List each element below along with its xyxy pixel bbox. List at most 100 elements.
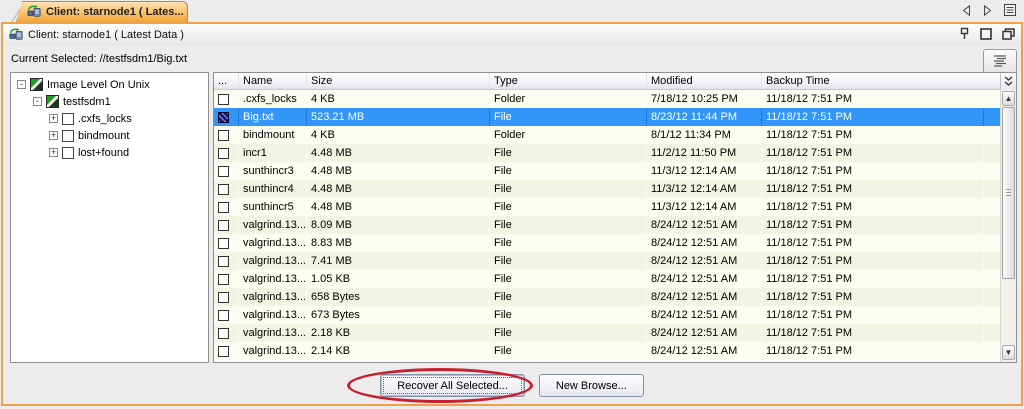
- expander-icon[interactable]: +: [49, 148, 58, 157]
- scrollbar-grip: [1006, 189, 1011, 197]
- cell-name: valgrind.13...: [239, 270, 307, 288]
- table-row[interactable]: valgrind.13... 7.41 MB File 8/24/12 12:5…: [214, 252, 1000, 270]
- cell-name: sunthincr3: [239, 162, 307, 180]
- table-row[interactable]: valgrind.13... 8.83 MB File 8/24/12 12:5…: [214, 234, 1000, 252]
- cell-name: valgrind.13...: [239, 234, 307, 252]
- column-header-backup-time[interactable]: Backup Time: [762, 73, 984, 89]
- table-row-selected[interactable]: Big.txt 523.21 MB File 8/23/12 11:44 PM …: [214, 108, 1000, 126]
- row-checkbox[interactable]: [218, 346, 229, 357]
- row-checkbox[interactable]: [218, 184, 229, 195]
- cell-modified: 11/2/12 11:50 PM: [647, 144, 762, 162]
- double-chevron-down-icon: [1004, 76, 1013, 87]
- cell-backup-time: 11/18/12 7:51 PM: [762, 216, 984, 234]
- table-row[interactable]: sunthincr4 4.48 MB File 11/3/12 12:14 AM…: [214, 180, 1000, 198]
- cell-name: valgrind.13...: [239, 324, 307, 342]
- scroll-tabs-left-icon[interactable]: [962, 5, 971, 16]
- maximize-icon[interactable]: [980, 28, 992, 40]
- vertical-scrollbar[interactable]: ▲ ▼: [1000, 90, 1016, 362]
- cell-modified: 8/24/12 12:51 AM: [647, 342, 762, 360]
- tab-list-icon[interactable]: [1004, 4, 1016, 16]
- checkbox-unchecked-icon[interactable]: [62, 130, 74, 142]
- new-browse-button[interactable]: New Browse...: [539, 374, 644, 397]
- tree-item-label[interactable]: testfsdm1: [63, 96, 111, 108]
- cell-modified: 8/1/12 11:34 PM: [647, 126, 762, 144]
- cell-backup-time: 11/18/12 7:51 PM: [762, 126, 984, 144]
- pin-icon[interactable]: [959, 27, 970, 40]
- table-row[interactable]: .cxfs_locks 4 KB Folder 7/18/12 10:25 PM…: [214, 90, 1000, 108]
- tree-item-bindmount[interactable]: + bindmount: [11, 127, 208, 144]
- cell-backup-time: 11/18/12 7:51 PM: [762, 288, 984, 306]
- table-row[interactable]: valgrind.13... 658 Bytes File 8/24/12 12…: [214, 288, 1000, 306]
- row-checkbox[interactable]: [218, 256, 229, 267]
- cell-size: 2.18 KB: [307, 324, 490, 342]
- row-checkbox[interactable]: [218, 310, 229, 321]
- scroll-tabs-right-icon[interactable]: [983, 5, 992, 16]
- column-header-size[interactable]: Size: [307, 73, 490, 89]
- table-row[interactable]: valgrind.13... 2.18 KB File 8/24/12 12:5…: [214, 324, 1000, 342]
- tab-close-icon[interactable]: ×: [191, 7, 198, 17]
- row-checkbox[interactable]: [218, 148, 229, 159]
- table-row[interactable]: valgrind.13... 8.09 MB File 8/24/12 12:5…: [214, 216, 1000, 234]
- column-header-name[interactable]: Name: [239, 73, 307, 89]
- cell-backup-time: 11/18/12 7:51 PM: [762, 306, 984, 324]
- row-checkbox[interactable]: [218, 220, 229, 231]
- table-row[interactable]: incr1 4.48 MB File 11/2/12 11:50 PM 11/1…: [214, 144, 1000, 162]
- recover-all-selected-button[interactable]: Recover All Selected...: [380, 374, 525, 397]
- tree-item-image-level-on-unix[interactable]: - Image Level On Unix: [11, 76, 208, 93]
- expander-icon[interactable]: -: [17, 80, 26, 89]
- scroll-up-icon[interactable]: ▲: [1002, 91, 1015, 106]
- cell-size: 8.09 MB: [307, 216, 490, 234]
- scrollbar-thumb[interactable]: [1002, 107, 1015, 279]
- checkbox-unchecked-icon[interactable]: [62, 147, 74, 159]
- row-checkbox[interactable]: [218, 202, 229, 213]
- view-options-button[interactable]: [983, 49, 1017, 74]
- row-checkbox-checked[interactable]: [218, 112, 229, 123]
- cell-modified: 11/3/12 12:14 AM: [647, 162, 762, 180]
- tree-item-label[interactable]: Image Level On Unix: [47, 79, 150, 91]
- backup-tree-panel: - Image Level On Unix - testfsdm1 +: [10, 72, 209, 363]
- row-checkbox[interactable]: [218, 328, 229, 339]
- cell-modified: 11/3/12 12:14 AM: [647, 198, 762, 216]
- table-row[interactable]: valgrind.13... 2.14 KB File 8/24/12 12:5…: [214, 342, 1000, 360]
- row-checkbox[interactable]: [218, 130, 229, 141]
- cell-backup-time: 11/18/12 7:51 PM: [762, 180, 984, 198]
- tree-item-testfsdm1[interactable]: - testfsdm1: [11, 93, 208, 110]
- tree-item-cxfs-locks[interactable]: + .cxfs_locks: [11, 110, 208, 127]
- table-row[interactable]: sunthincr3 4.48 MB File 11/3/12 12:14 AM…: [214, 162, 1000, 180]
- cell-backup-time: 11/18/12 7:51 PM: [762, 234, 984, 252]
- table-body: .cxfs_locks 4 KB Folder 7/18/12 10:25 PM…: [214, 90, 1000, 362]
- partial-selected-icon[interactable]: [30, 78, 43, 91]
- tree-item-label[interactable]: bindmount: [78, 130, 129, 142]
- cell-size: 4 KB: [307, 126, 490, 144]
- cell-modified: 8/24/12 12:51 AM: [647, 270, 762, 288]
- column-header-modified[interactable]: Modified: [647, 73, 762, 89]
- expander-icon[interactable]: +: [49, 114, 58, 123]
- table-row[interactable]: valgrind.13... 1.05 KB File 8/24/12 12:5…: [214, 270, 1000, 288]
- checkbox-unchecked-icon[interactable]: [62, 113, 74, 125]
- row-checkbox[interactable]: [218, 292, 229, 303]
- restore-icon[interactable]: [1002, 28, 1015, 40]
- row-checkbox[interactable]: [218, 238, 229, 249]
- expander-icon[interactable]: +: [49, 131, 58, 140]
- row-checkbox[interactable]: [218, 166, 229, 177]
- cell-modified: 8/24/12 12:51 AM: [647, 324, 762, 342]
- row-checkbox[interactable]: [218, 274, 229, 285]
- row-checkbox[interactable]: [218, 94, 229, 105]
- scroll-down-icon[interactable]: ▼: [1002, 345, 1015, 360]
- tree-item-lost-found[interactable]: + lost+found: [11, 144, 208, 161]
- table-row[interactable]: valgrind.13... 673 Bytes File 8/24/12 12…: [214, 306, 1000, 324]
- column-header-type[interactable]: Type: [490, 73, 647, 89]
- tree-item-label[interactable]: .cxfs_locks: [78, 113, 132, 125]
- file-table-panel: ... Name Size Type Modified Backup Time …: [213, 72, 1017, 363]
- column-chooser-button[interactable]: [1000, 73, 1016, 90]
- tree-item-label[interactable]: lost+found: [78, 147, 129, 159]
- table-row[interactable]: sunthincr5 4.48 MB File 11/3/12 12:14 AM…: [214, 198, 1000, 216]
- tab-client-starnode1[interactable]: Client: starnode1 ( Lates... ×: [16, 1, 188, 22]
- column-header-select[interactable]: ...: [214, 73, 239, 89]
- cell-modified: 8/24/12 12:51 AM: [647, 216, 762, 234]
- expander-icon[interactable]: -: [33, 97, 42, 106]
- table-row[interactable]: bindmount 4 KB Folder 8/1/12 11:34 PM 11…: [214, 126, 1000, 144]
- partial-selected-icon[interactable]: [46, 95, 59, 108]
- cell-type: File: [490, 324, 647, 342]
- client-icon: [27, 4, 41, 21]
